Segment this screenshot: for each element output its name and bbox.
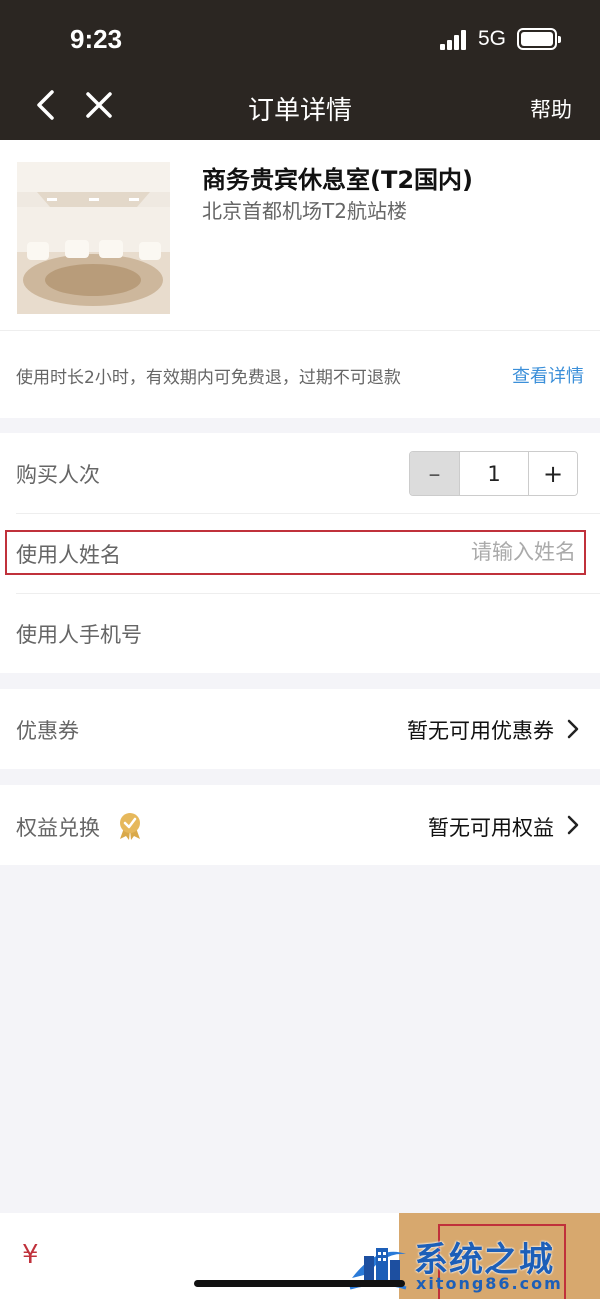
status-time: 9:23: [70, 24, 123, 54]
decrease-button[interactable]: –: [410, 452, 459, 495]
user-name-label: 使用人姓名: [16, 543, 121, 567]
divider: [0, 330, 600, 331]
view-details-link[interactable]: 查看详情: [512, 362, 584, 388]
product-title: 商务贵宾休息室(T2国内): [202, 166, 474, 194]
quantity-stepper: – 1 +: [409, 451, 578, 496]
battery-icon: [517, 28, 561, 50]
status-bar: 9:23 5G: [0, 0, 600, 70]
nav-bar: 订单详情 帮助: [0, 70, 600, 140]
coupon-label: 优惠券: [16, 719, 79, 743]
rights-label: 权益兑换: [16, 816, 100, 840]
watermark-subtitle: xitong86.com: [416, 1274, 563, 1293]
user-name-input[interactable]: [276, 540, 576, 564]
rights-value: 暂无可用权益: [428, 816, 554, 840]
medal-icon: [120, 813, 140, 840]
chevron-right-icon: [567, 815, 579, 835]
help-button[interactable]: 帮助: [530, 94, 572, 124]
signal-icon: [440, 30, 470, 50]
coupon-value: 暂无可用优惠券: [407, 719, 554, 743]
user-phone-label: 使用人手机号: [16, 623, 142, 647]
divider: [16, 593, 600, 594]
network-type: 5G: [478, 27, 507, 50]
chevron-right-icon: [567, 719, 579, 739]
lounge-photo: [17, 162, 170, 314]
product-location: 北京首都机场T2航站楼: [202, 199, 407, 223]
divider: [16, 513, 600, 514]
quantity-value[interactable]: 1: [459, 452, 528, 495]
back-arrow-icon[interactable]: [30, 88, 64, 122]
quantity-label: 购买人次: [16, 463, 100, 487]
price-currency: ¥: [22, 1240, 39, 1270]
close-icon[interactable]: [84, 90, 114, 120]
refund-policy: 使用时长2小时，有效期内可免费退，过期不可退款: [16, 368, 401, 388]
home-indicator: [194, 1280, 405, 1287]
increase-button[interactable]: +: [528, 452, 577, 495]
